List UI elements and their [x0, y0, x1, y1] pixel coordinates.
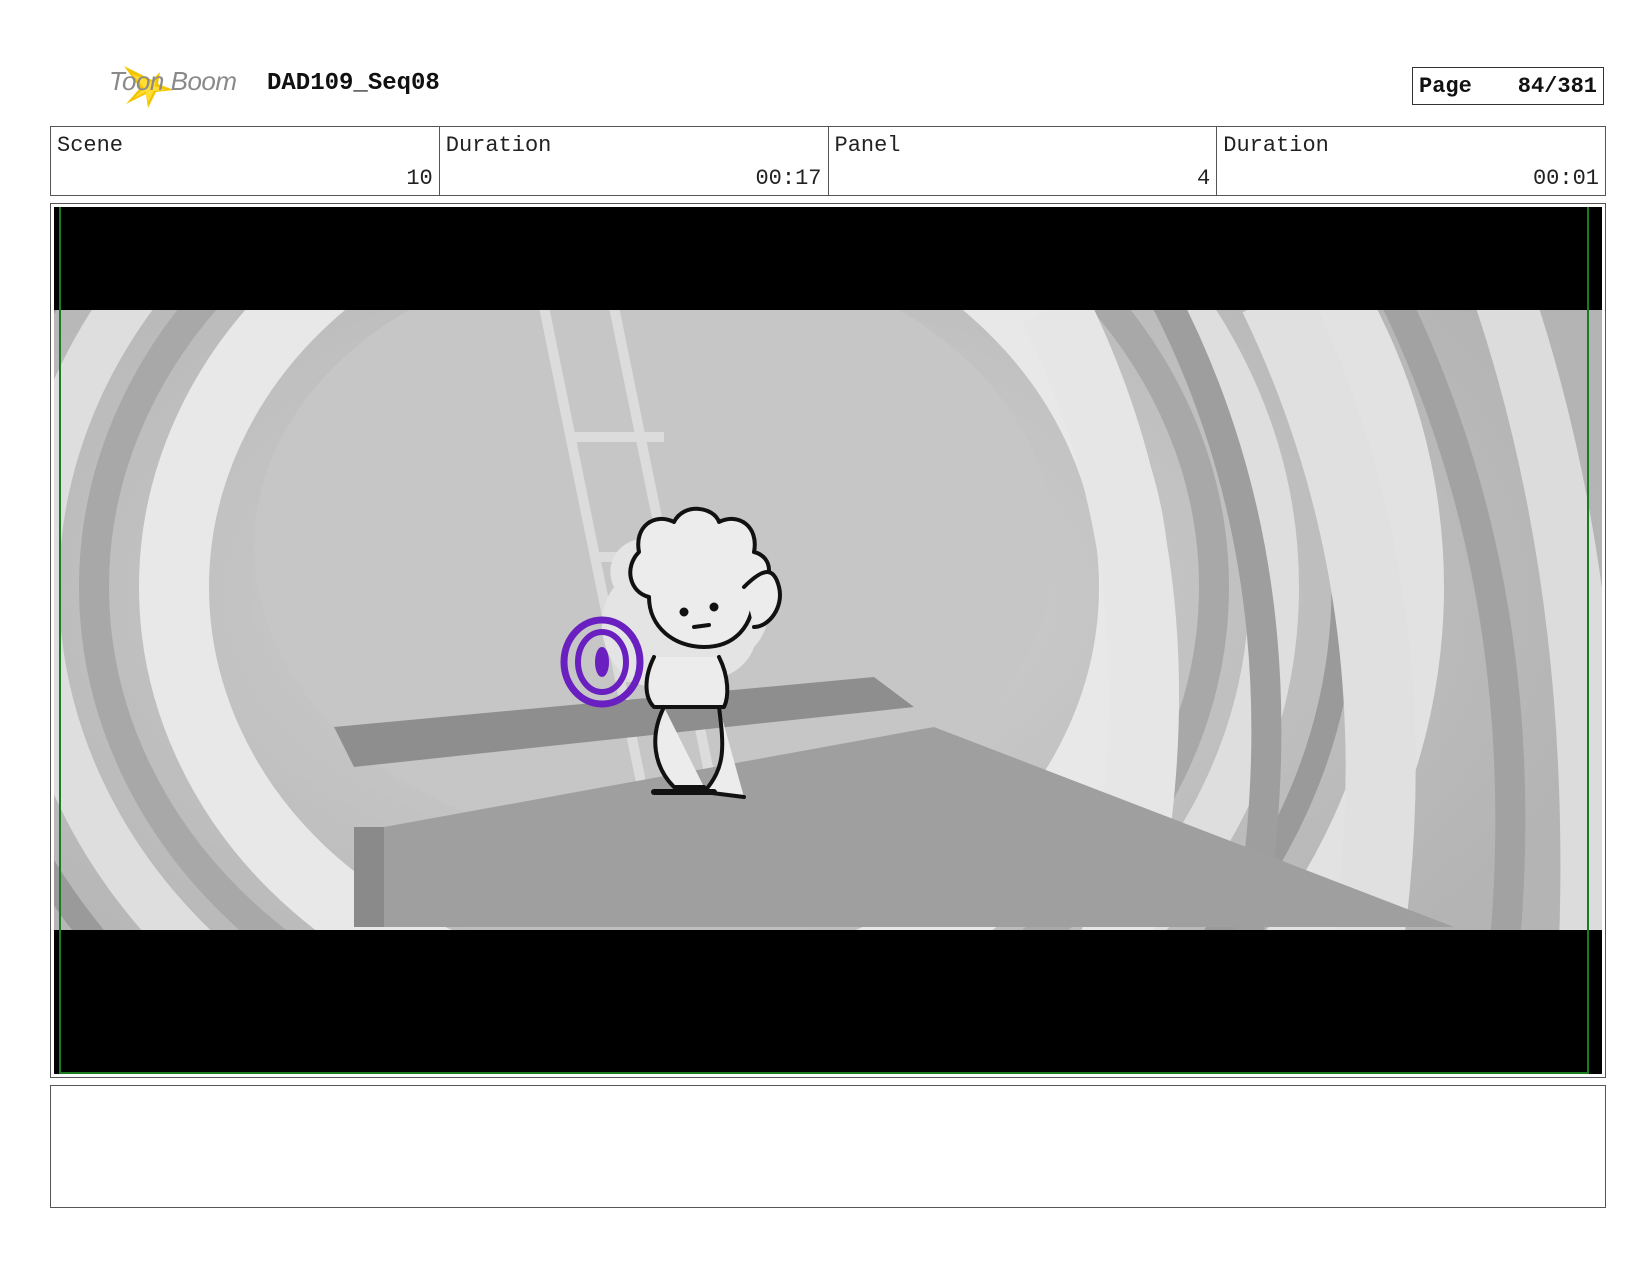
panel-duration-cell: Duration 00:01	[1217, 127, 1605, 195]
scene-duration-label: Duration	[445, 133, 552, 158]
scene-value: 10	[406, 166, 433, 191]
scene-duration-value: 00:17	[755, 166, 822, 191]
page-number: 84/381	[1517, 73, 1597, 99]
panel-duration-value: 00:01	[1532, 166, 1599, 191]
scene-label: Scene	[57, 133, 124, 158]
scene-cell: Scene 10	[51, 127, 440, 195]
project-title: DAD109_Seq08	[267, 70, 440, 97]
panel-value: 4	[1197, 166, 1211, 191]
scene-duration-cell: Duration 00:17	[440, 127, 829, 195]
page-label: Page	[1419, 73, 1472, 99]
panel-notes	[50, 1085, 1606, 1208]
panel-duration-label: Duration	[1223, 133, 1329, 158]
panel-cell: Panel 4	[829, 127, 1218, 195]
logo-text: Toon Boom	[109, 66, 237, 96]
page-indicator: Page 84/381	[1412, 67, 1604, 105]
panel-label: Panel	[834, 133, 901, 158]
storyboard-panel-image	[54, 207, 1602, 1074]
panel-info-table: Scene 10 Duration 00:17 Panel 4 Duration…	[50, 126, 1606, 196]
